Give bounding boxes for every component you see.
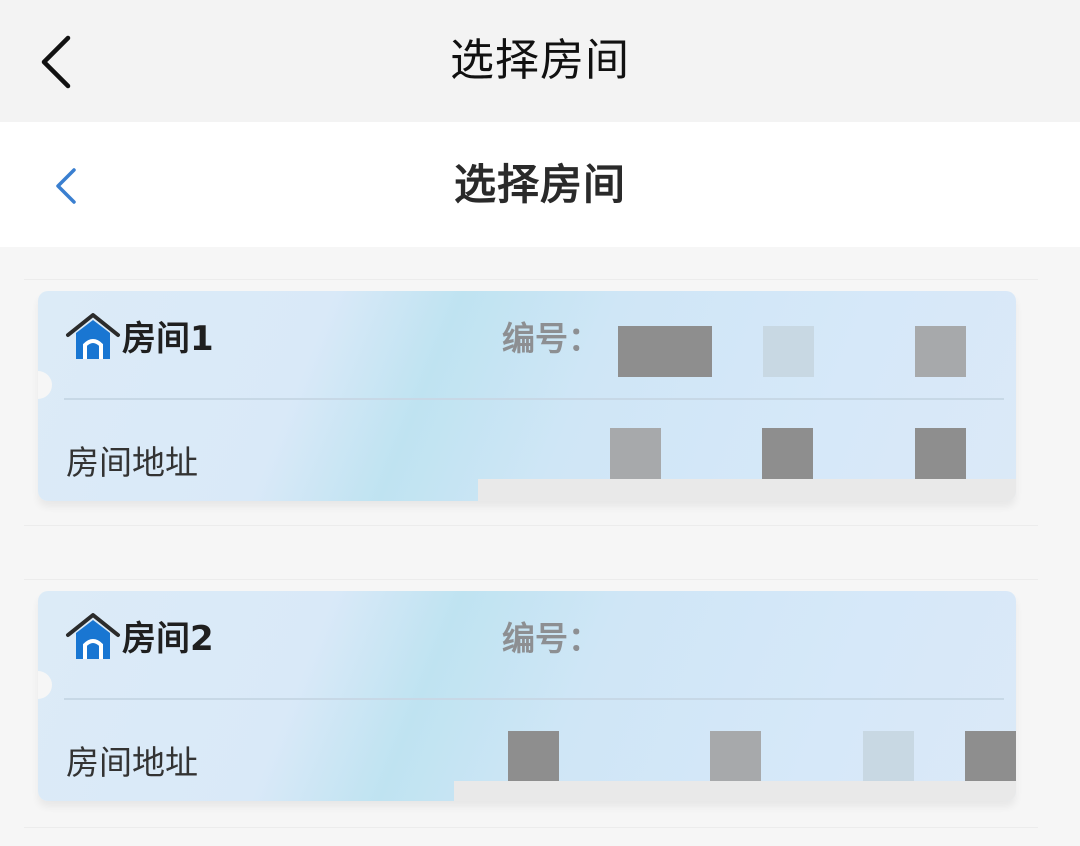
room-name: 房间1	[122, 319, 214, 359]
page-title: 选择房间	[453, 160, 626, 209]
redacted-block	[915, 428, 966, 479]
redacted-block	[508, 731, 559, 782]
redacted-block	[710, 731, 761, 782]
blur-region	[454, 781, 1016, 801]
divider	[24, 827, 1038, 828]
room-code-label: 编号：	[502, 619, 601, 658]
divider	[24, 279, 1038, 280]
room-address-label: 房间地址	[66, 443, 198, 482]
divider	[24, 525, 1038, 526]
redacted-block	[763, 326, 814, 377]
redacted-block	[965, 731, 1016, 782]
redacted-block	[863, 731, 914, 782]
blur-region	[478, 479, 1016, 501]
room-name: 房间2	[122, 619, 214, 659]
card-divider	[64, 398, 1004, 400]
room-code-label: 编号：	[502, 319, 601, 358]
redacted-block	[610, 428, 661, 479]
card-divider	[64, 698, 1004, 700]
house-icon	[66, 313, 120, 359]
room-card-1[interactable]: 房间1 编号： 房间地址	[38, 291, 1016, 501]
room-card-2[interactable]: 房间2 编号： 房间地址	[38, 591, 1016, 801]
redacted-block	[762, 428, 813, 479]
outer-nav-bar: 选择房间	[0, 0, 1080, 122]
redacted-block	[618, 326, 712, 377]
divider	[24, 579, 1038, 580]
inner-nav-bar: 选择房间	[0, 122, 1080, 247]
room-list: 房间1 编号： 房间地址 房间2 编号： 房间地址	[0, 247, 1080, 846]
house-icon	[66, 613, 120, 659]
redacted-block	[915, 326, 966, 377]
room-address-label: 房间地址	[66, 743, 198, 782]
outer-page-title: 选择房间	[450, 35, 630, 86]
